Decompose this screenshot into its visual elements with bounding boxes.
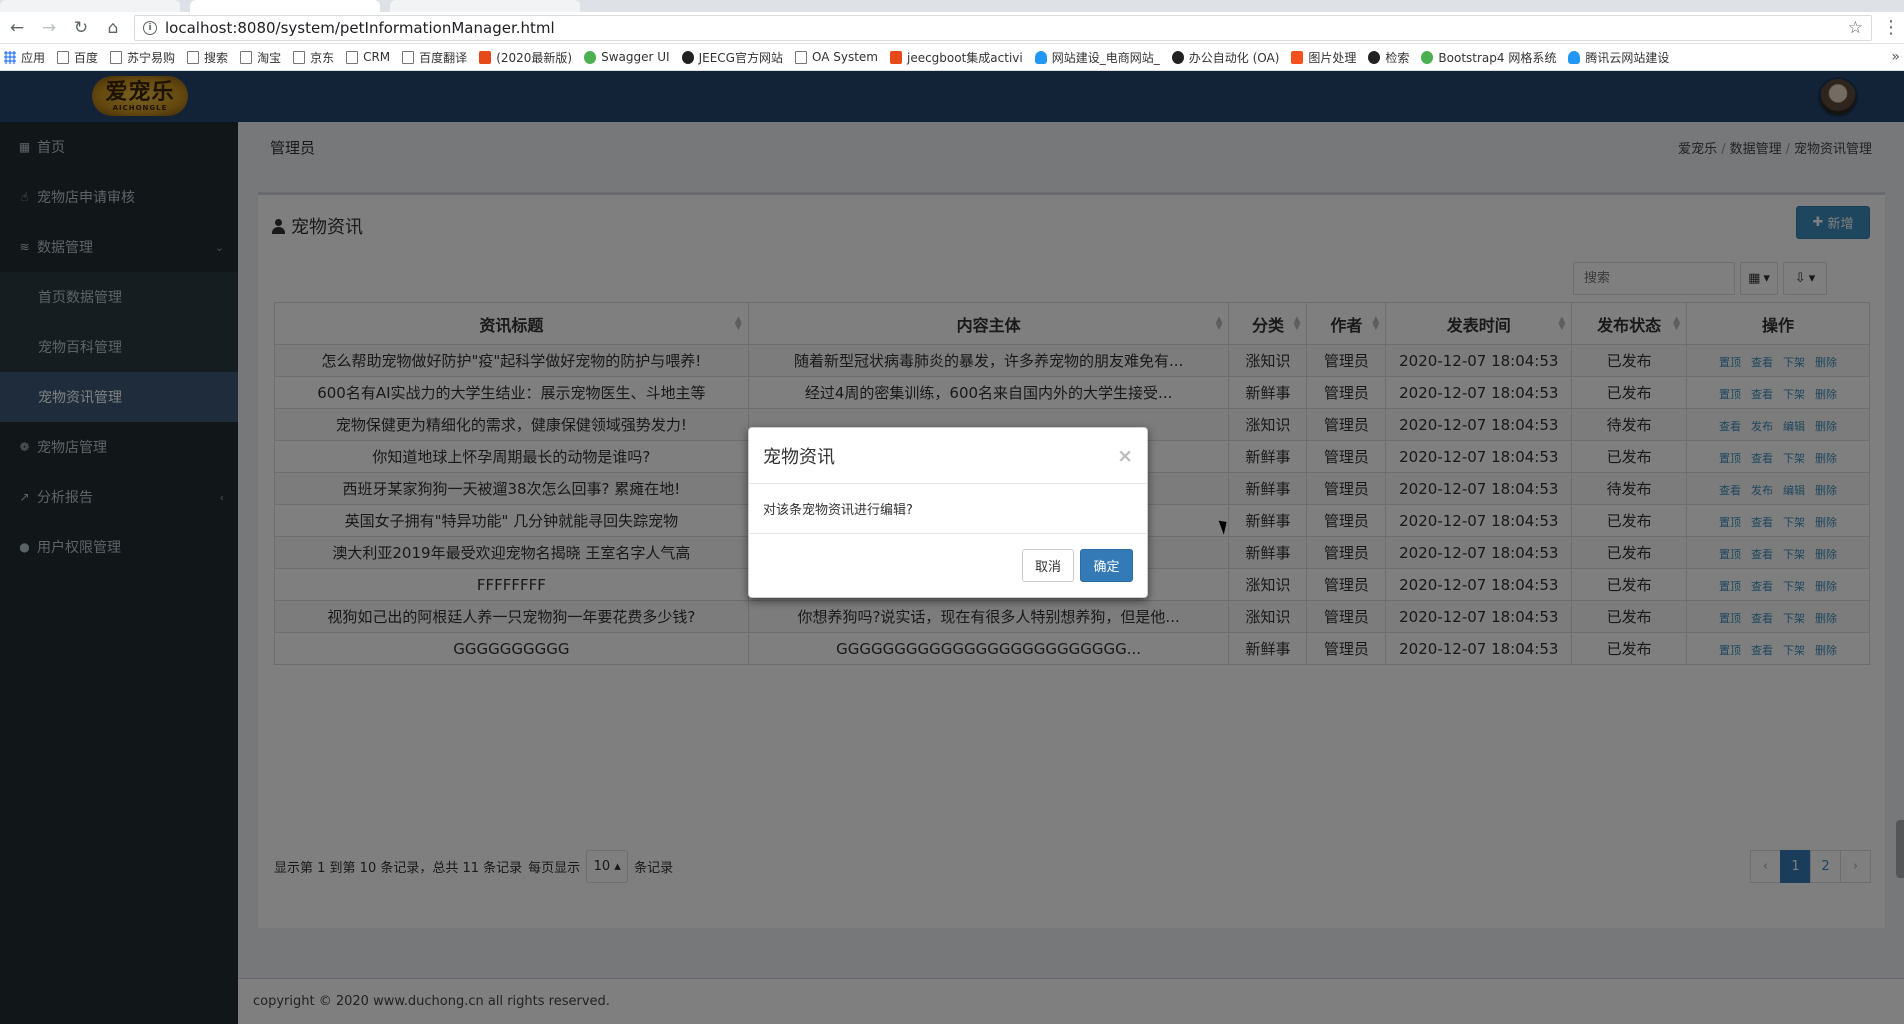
bookmark-item[interactable]: 办公自动化 (OA) (1171, 49, 1280, 66)
red-icon (479, 50, 492, 64)
forward-arrow-icon[interactable]: → (38, 17, 60, 39)
bookmark-label: Swagger UI (601, 50, 670, 64)
browser-menu-icon[interactable]: ⋮ (1882, 17, 1900, 38)
bookmarks-overflow-icon[interactable]: » (1891, 49, 1900, 65)
home-icon[interactable]: ⌂ (102, 17, 124, 39)
page-icon (293, 50, 306, 64)
bookmark-label: 应用 (21, 50, 46, 65)
red-icon (889, 50, 902, 64)
cloud-icon (1034, 50, 1047, 64)
bookmark-label: OA System (811, 50, 878, 64)
bookmark-item[interactable]: 淘宝 (240, 49, 281, 66)
bookmark-item[interactable]: 京东 (293, 49, 334, 66)
page-icon (346, 50, 359, 64)
page-icon (794, 50, 807, 64)
bookmark-item[interactable]: OA System (794, 50, 878, 64)
reload-icon[interactable]: ↻ (70, 17, 92, 39)
bookmark-label: 京东 (310, 50, 335, 65)
bookmark-item[interactable]: CRM (346, 50, 390, 64)
bookmark-label: JEECG官方网站 (698, 50, 783, 65)
modal-body: 对该条宠物资讯进行编辑? (749, 484, 1147, 534)
bookmark-label: 百度 (74, 50, 99, 65)
bookmark-label: 搜索 (204, 50, 229, 65)
confirm-button[interactable]: 确定 (1080, 549, 1133, 582)
cancel-button[interactable]: 取消 (1022, 549, 1074, 582)
bookmark-label: 图片处理 (1308, 50, 1357, 65)
page-icon (57, 50, 70, 64)
bookmark-item[interactable]: 百度翻译 (402, 49, 467, 66)
bookmark-item[interactable]: JEECG官方网站 (681, 49, 783, 66)
url-text: localhost:8080/system/petInformationMana… (165, 18, 555, 37)
cloud-icon (1568, 50, 1581, 64)
scrollbar-handle[interactable] (1896, 820, 1904, 878)
close-icon[interactable]: × (1117, 445, 1133, 467)
green-icon (584, 50, 597, 64)
modal-footer: 取消 确定 (749, 534, 1147, 597)
bookmark-item[interactable]: Bootstrap4 网格系统 (1421, 49, 1556, 66)
bookmark-item[interactable]: 百度 (57, 49, 98, 66)
page-icon (240, 50, 253, 64)
bookmark-item[interactable]: 网站建设_电商网站_ (1034, 49, 1160, 66)
bookmark-label: CRM (363, 50, 391, 64)
bookmark-item[interactable]: 检索 (1368, 49, 1409, 66)
bookmarks-bar: 应用 百度 苏宁易购 搜索 淘宝 京东 CRM 百度翻译 (2020最新版) Swagger UI… (0, 44, 1904, 71)
browser-toolbar: ← → ↻ ⌂ i localhost:8080/system/petInfor… (0, 12, 1904, 44)
apps-icon (4, 50, 16, 64)
bookmark-label: jeecgboot集成activi (906, 50, 1023, 65)
address-bar[interactable]: i localhost:8080/system/petInformationMa… (134, 14, 1872, 41)
bookmark-label: (2020最新版) (496, 50, 573, 65)
dark-icon (1368, 50, 1381, 64)
bookmark-label: 淘宝 (257, 50, 282, 65)
bookmark-item[interactable]: 腾讯云网站建设 (1568, 49, 1669, 66)
dark-icon (1171, 50, 1184, 64)
green-icon (1421, 50, 1434, 64)
browser-tabstrip (0, 0, 1904, 12)
modal-message: 对该条宠物资讯进行编辑? (763, 503, 913, 518)
bookmark-item[interactable]: Swagger UI (584, 50, 670, 64)
bookmark-item[interactable]: 搜索 (187, 49, 228, 66)
bookmark-label: Bootstrap4 网格系统 (1438, 50, 1557, 65)
bookmark-label: 网站建设_电商网站_ (1051, 50, 1160, 65)
bookmark-label: 百度翻译 (419, 50, 468, 65)
bookmark-item[interactable]: 苏宁易购 (110, 49, 175, 66)
bookmark-label: 腾讯云网站建设 (1585, 50, 1670, 65)
bookmark-item[interactable]: jeecgboot集成activi (889, 49, 1023, 66)
orange-icon (1291, 50, 1304, 64)
dark-icon (681, 50, 694, 64)
bookmark-item[interactable]: (2020最新版) (479, 49, 572, 66)
bookmark-label: 苏宁易购 (127, 50, 176, 65)
edit-confirm-dialog: 宠物资讯 × 对该条宠物资讯进行编辑? 取消 确定 (748, 427, 1148, 598)
star-icon[interactable]: ☆ (1848, 18, 1863, 38)
bookmark-item[interactable]: 应用 (4, 49, 45, 66)
page-icon (187, 50, 200, 64)
bookmark-label: 检索 (1385, 50, 1410, 65)
back-arrow-icon[interactable]: ← (6, 17, 28, 39)
browser-tab[interactable] (0, 0, 180, 12)
modal-header: 宠物资讯 × (749, 428, 1147, 484)
bookmark-item[interactable]: 图片处理 (1291, 49, 1356, 66)
browser-tab-active[interactable] (190, 0, 380, 12)
page-icon (402, 50, 415, 64)
browser-tab[interactable] (390, 0, 580, 12)
info-icon[interactable]: i (143, 20, 157, 35)
page-icon (110, 50, 123, 64)
bookmark-label: 办公自动化 (OA) (1188, 50, 1280, 65)
modal-title: 宠物资讯 (763, 446, 835, 468)
